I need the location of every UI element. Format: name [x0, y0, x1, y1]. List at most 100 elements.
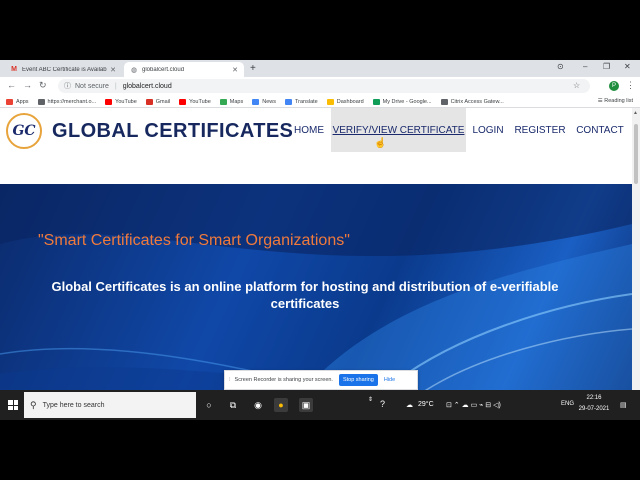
- share-dots-icon: ⁞: [229, 377, 231, 383]
- nav-login[interactable]: LOGIN: [468, 108, 508, 152]
- start-button[interactable]: [8, 400, 18, 410]
- hero-banner: "Smart Certificates for Smart Organizati…: [0, 184, 632, 390]
- url-text: globalcert.cloud: [122, 82, 172, 90]
- maps-icon: [219, 98, 227, 105]
- translate-icon: [285, 98, 292, 105]
- screen-recorder-icon[interactable]: ▣: [299, 398, 313, 412]
- bookmark-news[interactable]: News: [252, 98, 276, 105]
- news-icon: [252, 98, 260, 105]
- chrome-icon[interactable]: ●: [274, 398, 288, 412]
- windows-taskbar: ⚲ Type here to search ○ ⧉ ◉ ● ▣ ⇕ ? ☁ 29…: [0, 390, 640, 420]
- screen-share-banner: ⁞ Screen Recorder is sharing your screen…: [224, 370, 418, 390]
- forward-icon[interactable]: →: [23, 80, 32, 90]
- bookmark-label: News: [262, 98, 276, 105]
- hero-tagline: "Smart Certificates for Smart Organizati…: [38, 232, 350, 249]
- brand-name[interactable]: GLOBAL CERTIFICATES: [52, 120, 293, 143]
- info-icon[interactable]: ⓘ: [64, 81, 71, 91]
- profile-avatar[interactable]: P: [609, 81, 619, 91]
- page-icon: [37, 98, 45, 105]
- close-tab-icon[interactable]: ✕: [232, 66, 238, 74]
- scroll-thumb[interactable]: [634, 124, 638, 184]
- tab-event-certificate[interactable]: M Event ABC Certificate is Availabl ✕: [4, 62, 122, 77]
- hand-cursor-icon: ☝: [374, 138, 387, 149]
- tab-title: globalcert.cloud: [142, 66, 185, 73]
- stop-sharing-button[interactable]: Stop sharing: [338, 374, 378, 386]
- bookmark-star-icon[interactable]: ☆: [573, 81, 580, 90]
- address-bar[interactable]: ⓘ Not secure | globalcert.cloud: [58, 79, 590, 93]
- globe-icon: ◍: [130, 66, 138, 74]
- search-placeholder: Type here to search: [42, 401, 105, 409]
- bookmark-youtube[interactable]: YouTube: [105, 98, 137, 105]
- close-tab-icon[interactable]: ✕: [110, 66, 116, 74]
- youtube-icon: [105, 98, 113, 105]
- bookmark-label: https://merchant.o...: [47, 98, 97, 105]
- scroll-up-icon[interactable]: ▲: [633, 110, 638, 116]
- bookmark-translate[interactable]: Translate: [285, 98, 318, 105]
- system-clock[interactable]: 22:16 29-07-2021: [578, 393, 610, 415]
- bookmark-label: Maps: [229, 98, 244, 105]
- tab-globalcert[interactable]: ◍ globalcert.cloud ✕: [124, 62, 244, 77]
- taskbar-scroll-icon[interactable]: ⇕: [368, 396, 373, 403]
- clock-time: 22:16: [586, 395, 602, 401]
- bookmarks-bar: Apps https://merchant.o... YouTube Gmail…: [0, 96, 640, 108]
- security-label: Not secure: [75, 82, 109, 90]
- bookmark-maps[interactable]: Maps: [219, 98, 244, 105]
- screen: M Event ABC Certificate is Availabl ✕ ◍ …: [0, 60, 640, 420]
- minimize-icon[interactable]: –: [583, 62, 587, 71]
- app-icon[interactable]: ◉: [251, 398, 265, 412]
- new-tab-button[interactable]: +: [250, 63, 256, 74]
- bookmark-label: YouTube: [115, 98, 137, 105]
- bookmark-drive[interactable]: My Drive - Google...: [372, 98, 432, 105]
- nav-home[interactable]: HOME: [288, 108, 330, 152]
- bookmark-label: Apps: [16, 98, 29, 105]
- cortana-icon[interactable]: ○: [202, 398, 216, 412]
- page-content: GC GLOBAL CERTIFICATES HOME VERIFY/VIEW …: [0, 108, 632, 390]
- citrix-icon: [440, 98, 448, 105]
- nav-register[interactable]: REGISTER: [513, 108, 567, 152]
- restore-icon[interactable]: ❐: [603, 62, 610, 71]
- apps-icon: [6, 98, 13, 105]
- bookmark-dashboard[interactable]: Dashboard: [326, 98, 364, 105]
- taskbar-search[interactable]: ⚲ Type here to search: [24, 392, 196, 418]
- hide-button[interactable]: Hide: [384, 377, 395, 383]
- gmail-icon: [145, 98, 153, 105]
- reload-icon[interactable]: ↻: [39, 80, 47, 91]
- reading-list-button[interactable]: ☰ Reading list: [598, 98, 633, 104]
- page-scrollbar[interactable]: ▲: [632, 108, 640, 390]
- bookmark-apps[interactable]: Apps: [6, 98, 29, 105]
- hero-description: Global Certificates is an online platfor…: [51, 279, 559, 311]
- task-view-icon[interactable]: ⧉: [226, 398, 240, 412]
- bookmark-citrix[interactable]: Citrix Access Gatew...: [440, 98, 504, 105]
- tab-title: Event ABC Certificate is Availabl: [22, 66, 108, 73]
- help-icon[interactable]: ?: [380, 399, 385, 409]
- youtube-icon: [179, 98, 187, 105]
- close-window-icon[interactable]: ✕: [624, 62, 631, 71]
- search-icon: ⚲: [30, 399, 37, 410]
- browser-toolbar: ← → ↻ ⓘ Not secure | globalcert.cloud ☆ …: [0, 77, 640, 96]
- weather-icon: ☁: [406, 402, 413, 409]
- nav-verify-certificate[interactable]: VERIFY/VIEW CERTIFICATE: [331, 108, 466, 152]
- address-separator: |: [114, 82, 117, 90]
- reading-list-label: Reading list: [604, 98, 633, 104]
- bookmark-merchant[interactable]: https://merchant.o...: [37, 98, 97, 105]
- bookmark-gmail[interactable]: Gmail: [145, 98, 171, 105]
- dashboard-icon: [326, 98, 334, 105]
- browser-menu-icon[interactable]: ⋮: [626, 80, 635, 91]
- site-logo[interactable]: GC: [6, 113, 42, 149]
- tab-search-icon[interactable]: ⊙: [557, 62, 564, 71]
- bookmark-label: My Drive - Google...: [382, 98, 432, 105]
- bookmark-label: Translate: [295, 98, 318, 105]
- language-indicator[interactable]: ENG: [561, 401, 574, 407]
- nav-contact[interactable]: CONTACT: [572, 108, 628, 152]
- notifications-icon[interactable]: ▤: [620, 401, 627, 409]
- bookmark-label: Citrix Access Gatew...: [450, 98, 504, 105]
- back-icon[interactable]: ←: [7, 80, 16, 90]
- logo-text: GC: [12, 123, 36, 139]
- tray-icons[interactable]: ⊡ ⌃ ☁ ▭ ⌁ ⊟ ◁): [446, 401, 501, 409]
- temperature[interactable]: 29°C: [418, 401, 434, 408]
- tab-strip: M Event ABC Certificate is Availabl ✕ ◍ …: [0, 60, 640, 77]
- bookmark-label: Dashboard: [336, 98, 364, 105]
- bookmark-label: Gmail: [155, 98, 171, 105]
- bookmark-youtube-2[interactable]: YouTube: [179, 98, 211, 105]
- bookmark-label: YouTube: [189, 98, 211, 105]
